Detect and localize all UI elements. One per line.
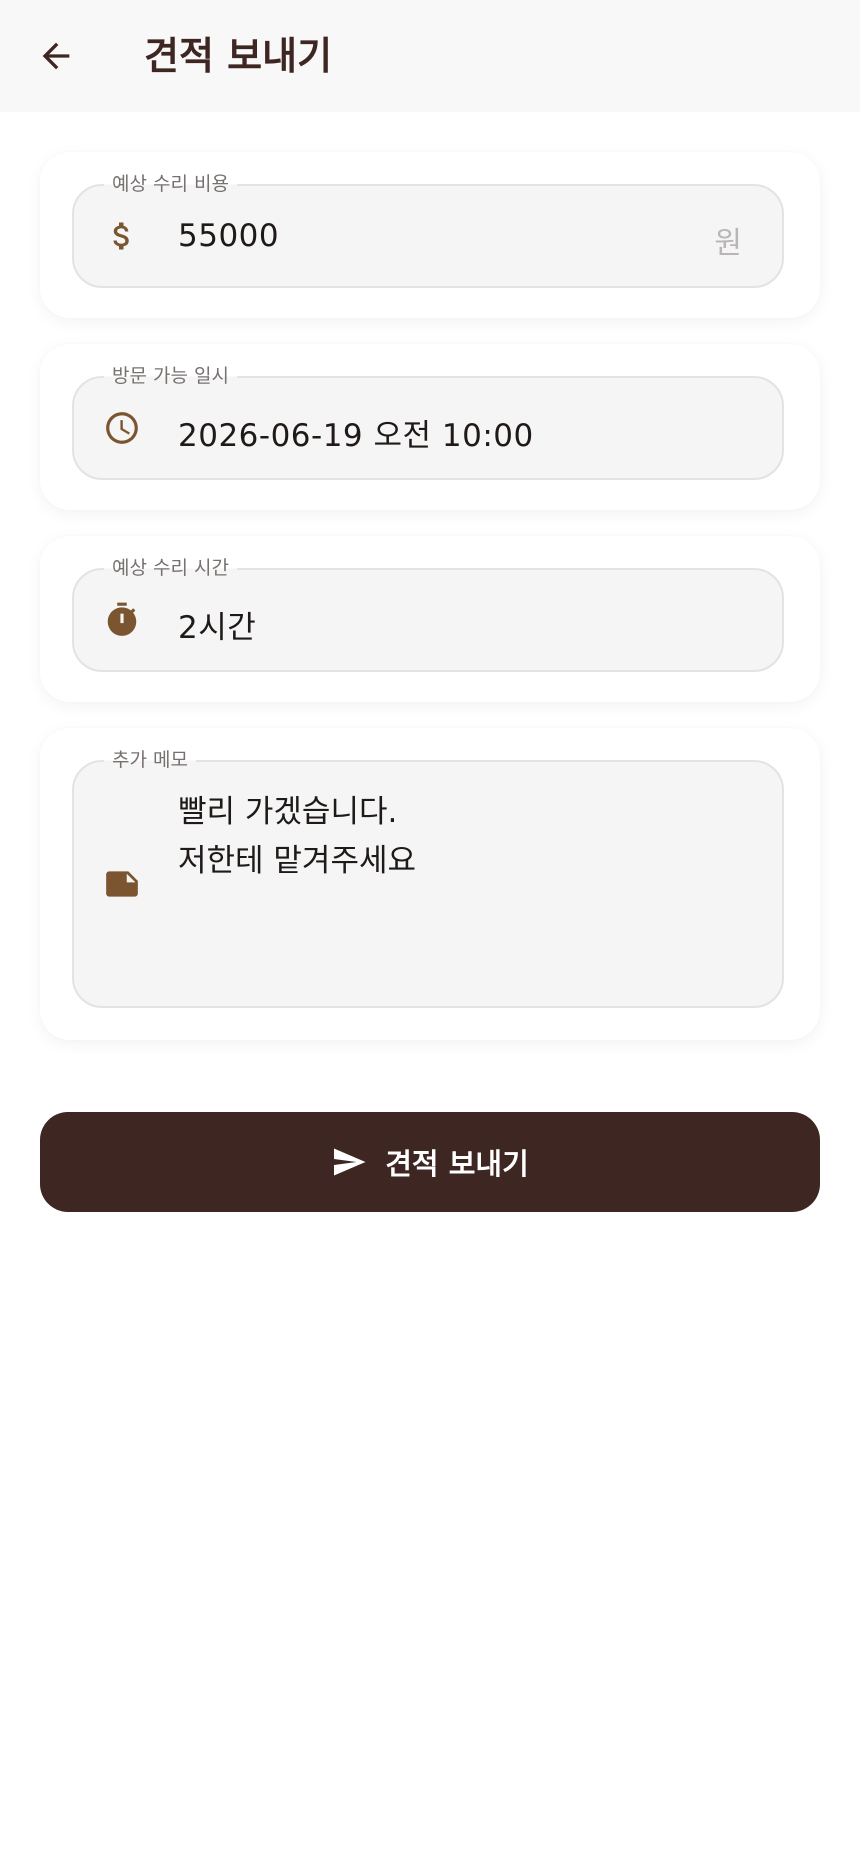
visit-value: 2026-06-19 오전 10:00 xyxy=(178,418,534,454)
cost-value: 55000 xyxy=(178,218,280,254)
duration-field[interactable]: 예상 수리 시간 2시간 xyxy=(72,555,784,672)
visit-datetime-field[interactable]: 방문 가능 일시 2026-06-19 오전 10:00 xyxy=(72,363,784,480)
memo-field-label: 추가 메모 xyxy=(104,747,196,773)
send-icon xyxy=(334,1148,366,1176)
cost-field[interactable]: 예상 수리 비용 55000 원 xyxy=(72,171,784,288)
duration-value: 2시간 xyxy=(178,610,257,646)
arrow-back-icon xyxy=(42,42,70,70)
duration-card: 예상 수리 시간 2시간 xyxy=(40,536,820,702)
send-estimate-button[interactable]: 견적 보내기 xyxy=(40,1112,820,1212)
cost-suffix: 원 xyxy=(714,226,742,261)
page-title: 견적 보내기 xyxy=(144,34,333,78)
cost-field-label: 예상 수리 비용 xyxy=(104,171,237,197)
back-button[interactable] xyxy=(24,24,88,88)
dollar-sign-icon xyxy=(102,216,142,256)
clock-icon xyxy=(102,408,142,448)
memo-card: 추가 메모 빨리 가겠습니다. 저한테 맡겨주세요 xyxy=(40,728,820,1040)
memo-field[interactable]: 추가 메모 빨리 가겠습니다. 저한테 맡겨주세요 xyxy=(72,747,784,1008)
note-icon xyxy=(102,864,142,904)
app-bar: 견적 보내기 xyxy=(0,0,860,112)
timer-icon xyxy=(102,600,142,640)
cost-card: 예상 수리 비용 55000 원 xyxy=(40,152,820,318)
visit-field-label: 방문 가능 일시 xyxy=(104,363,237,389)
memo-text: 빨리 가겠습니다. 저한테 맡겨주세요 xyxy=(178,794,417,879)
send-estimate-label: 견적 보내기 xyxy=(385,1147,529,1181)
visit-card: 방문 가능 일시 2026-06-19 오전 10:00 xyxy=(40,344,820,510)
duration-field-label: 예상 수리 시간 xyxy=(104,555,237,581)
